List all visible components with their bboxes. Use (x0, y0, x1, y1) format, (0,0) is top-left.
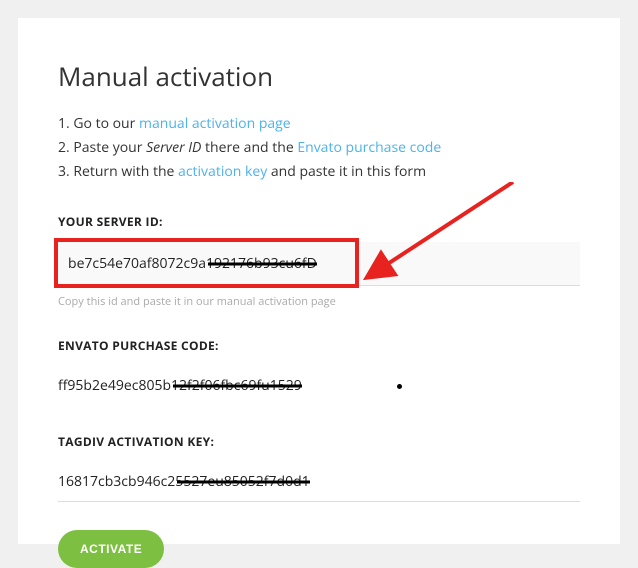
envato-block: ENVATO PURCHASE CODE: ff95b2e49ec805b12f… (58, 337, 580, 405)
manual-activation-link[interactable]: manual activation page (139, 114, 291, 133)
envato-label: ENVATO PURCHASE CODE: (58, 337, 580, 354)
tagdiv-block: TAGDIV ACTIVATION KEY: 16817cb3cb946c255… (58, 433, 580, 502)
tagdiv-label: TAGDIV ACTIVATION KEY: (58, 433, 580, 450)
step-2: Paste your Server ID there and the Envat… (58, 136, 580, 160)
activation-key-link[interactable]: activation key (178, 162, 267, 181)
activate-button[interactable]: ACTIVATE (58, 530, 164, 568)
envato-value[interactable]: ff95b2e49ec805b12f2f06fbc69fu1529 (58, 366, 580, 405)
server-id-label: YOUR SERVER ID: (58, 213, 580, 230)
manual-activation-panel: Manual activation Go to our manual activ… (18, 18, 620, 544)
page-title: Manual activation (58, 58, 580, 94)
step-3: Return with the activation key and paste… (58, 160, 580, 184)
step-1: Go to our manual activation page (58, 112, 580, 136)
server-id-block: YOUR SERVER ID: be7c54e70af8072c9a192176… (58, 213, 580, 309)
server-id-hint: Copy this id and paste it in our manual … (58, 294, 580, 309)
dot-icon (397, 384, 402, 389)
instructions-list: Go to our manual activation page Paste y… (58, 112, 580, 183)
server-id-value[interactable]: be7c54e70af8072c9a192176b93cu6fD (58, 242, 580, 286)
envato-code-link[interactable]: Envato purchase code (297, 138, 441, 157)
server-id-em: Server ID (146, 138, 201, 157)
tagdiv-value[interactable]: 16817cb3cb946c25527eu85052f7d0d1 (58, 462, 580, 502)
